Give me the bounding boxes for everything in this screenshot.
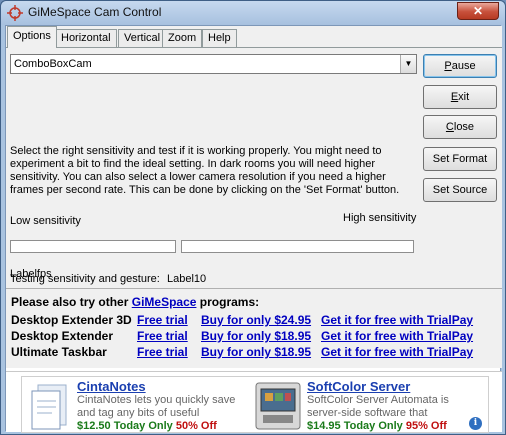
camera-combobox-value: ComboBoxCam — [14, 58, 92, 70]
buy-link[interactable]: Buy for only $24.95 — [201, 313, 311, 327]
promo-row: Ultimate Taskbar Free trial Buy for only… — [11, 345, 501, 361]
tab-horizontal[interactable]: Horizontal — [55, 29, 117, 48]
cintanotes-text: CintaNotes lets you quickly save and tag… — [77, 394, 236, 419]
cintanotes-link[interactable]: CintaNotes — [77, 379, 146, 394]
product-name: Desktop Extender — [11, 329, 114, 343]
trialpay-link[interactable]: Get it for free with TrialPay — [321, 329, 473, 343]
softcolor-product-icon — [255, 382, 301, 430]
free-trial-link[interactable]: Free trial — [137, 345, 188, 359]
softcolor-price: $14.95 Today Only 95% Off — [307, 420, 447, 432]
camera-combobox[interactable]: ComboBoxCam ▼ — [10, 54, 417, 74]
trialpay-link[interactable]: Get it for free with TrialPay — [321, 345, 473, 359]
promo-row: Desktop Extender Free trial Buy for only… — [11, 329, 501, 345]
free-trial-link[interactable]: Free trial — [137, 313, 188, 327]
high-sensitivity-label: High sensitivity — [343, 212, 417, 224]
app-window: GiMeSpace Cam Control ✕ Options Horizont… — [0, 0, 506, 435]
window-title: GiMeSpace Cam Control — [28, 5, 162, 19]
promo-heading: Please also try other GiMeSpace programs… — [11, 295, 260, 309]
tab-strip: Options Horizontal Vertical Zoom Help — [6, 26, 502, 48]
sensitivity-slider-right[interactable] — [181, 240, 414, 253]
sensitivity-slider-left[interactable] — [10, 240, 176, 253]
sensitivity-description: Select the right sensitivity and test if… — [10, 145, 400, 196]
product-name: Desktop Extender 3D — [11, 313, 132, 327]
tab-help[interactable]: Help — [202, 29, 237, 48]
buy-link[interactable]: Buy for only $18.95 — [201, 345, 311, 359]
testing-value: Label10 — [167, 273, 207, 285]
info-icon[interactable]: i — [469, 417, 482, 430]
set-source-button[interactable]: Set Source — [423, 178, 497, 202]
crosshair-app-icon — [7, 5, 23, 21]
promo-section: Please also try other GiMeSpace programs… — [6, 288, 502, 368]
pause-button[interactable]: Pause — [423, 54, 497, 78]
promo-row: Desktop Extender 3D Free trial Buy for o… — [11, 313, 501, 329]
tab-vertical[interactable]: Vertical — [118, 29, 167, 48]
softcolor-link[interactable]: SoftColor Server — [307, 379, 410, 394]
cintanotes-price: $12.50 Today Only 50% Off — [77, 420, 217, 432]
tab-zoom[interactable]: Zoom — [162, 29, 203, 48]
ad-frame[interactable]: CintaNotes CintaNotes lets you quickly s… — [21, 376, 489, 433]
softcolor-text: SoftColor Server Automata is server-side… — [307, 394, 449, 419]
title-bar[interactable]: GiMeSpace Cam Control ✕ — [1, 1, 505, 25]
fps-label: Labelfps — [10, 268, 52, 280]
cintanotes-product-icon — [31, 384, 67, 430]
client-area: Options Horizontal Vertical Zoom Help Co… — [5, 25, 502, 433]
exit-button[interactable]: Exit — [423, 85, 497, 109]
options-panel: ComboBoxCam ▼ Pause Exit Close Set Forma… — [6, 47, 502, 288]
low-sensitivity-label: Low sensitivity — [10, 215, 81, 227]
gimespace-link[interactable]: GiMeSpace — [132, 295, 197, 309]
window-close-button[interactable]: ✕ — [457, 2, 499, 20]
buy-link[interactable]: Buy for only $18.95 — [201, 329, 311, 343]
product-name: Ultimate Taskbar — [11, 345, 107, 359]
set-format-button[interactable]: Set Format — [423, 147, 497, 171]
chevron-down-icon[interactable]: ▼ — [400, 55, 416, 73]
ad-banner: CintaNotes CintaNotes lets you quickly s… — [6, 371, 502, 433]
trialpay-link[interactable]: Get it for free with TrialPay — [321, 313, 473, 327]
tab-options[interactable]: Options — [7, 26, 57, 48]
close-button[interactable]: Close — [423, 115, 497, 139]
free-trial-link[interactable]: Free trial — [137, 329, 188, 343]
